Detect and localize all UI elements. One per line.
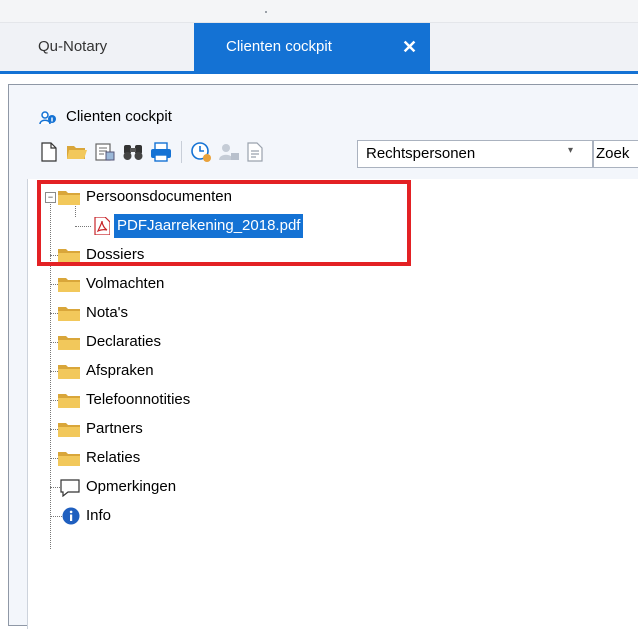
tree-line (50, 400, 58, 401)
tree-line (50, 342, 58, 343)
toolbar-separator (181, 141, 182, 163)
tab-close-icon[interactable]: ✕ (402, 23, 417, 71)
folder-icon (58, 394, 80, 408)
tab-qu-notary[interactable]: Qu-Notary (38, 23, 107, 71)
search-field[interactable]: Zoek (593, 140, 638, 168)
user-lock-icon[interactable] (217, 140, 241, 164)
folder-icon (58, 278, 80, 292)
tab-qu-notary-label: Qu-Notary (38, 38, 108, 55)
tree-line (50, 284, 58, 285)
open-folder-icon[interactable] (65, 140, 89, 164)
tree-line (50, 429, 58, 430)
chevron-down-icon[interactable]: ▾ (568, 145, 573, 156)
search-label: Zoek (596, 145, 630, 162)
toolbar: Rechtspersonen ▾ Zoek (9, 137, 638, 169)
window-top-strip (0, 0, 638, 23)
top-strip-dot (265, 11, 267, 13)
comment-icon (60, 479, 80, 497)
tab-underline (0, 71, 638, 74)
tree-line (50, 458, 58, 459)
tree-item-label: Volmachten (86, 275, 165, 292)
new-document-icon[interactable] (37, 140, 61, 164)
entity-type-value: Rechtspersonen (366, 145, 476, 162)
folder-icon (58, 452, 80, 466)
clock-icon[interactable] (189, 140, 213, 164)
panel-title-label: Clienten cockpit (66, 108, 172, 125)
tab-clienten-cockpit[interactable]: Clienten cockpit ✕ (194, 23, 430, 71)
tree-item-label: Relaties (86, 449, 141, 466)
tree-item-label: Nota's (86, 304, 129, 321)
document-list-icon[interactable] (243, 140, 267, 164)
clients-icon (39, 111, 56, 125)
tree-line (50, 313, 58, 314)
tab-bar: Qu-Notary Clienten cockpit ✕ (0, 23, 638, 71)
tree-line (50, 516, 62, 517)
tree-line (50, 371, 58, 372)
tree-item-label: Partners (86, 420, 143, 437)
print-icon[interactable] (149, 140, 173, 164)
folder-icon (58, 365, 80, 379)
highlight-annotation-box (37, 180, 411, 266)
entity-type-select[interactable]: Rechtspersonen ▾ (357, 140, 593, 168)
tab-clienten-cockpit-label: Clienten cockpit (226, 38, 332, 55)
folder-icon (58, 307, 80, 321)
clienten-cockpit-panel: Clienten cockpit Rechtspersonen ▾ Zoek −… (8, 84, 638, 629)
info-icon (62, 507, 80, 525)
tree-line (50, 487, 60, 488)
tree-item-label: Telefoonnotities (86, 391, 191, 408)
tree-item-label: Info (86, 507, 112, 524)
tree-item-label: Opmerkingen (86, 478, 177, 495)
tree-item-label: Declaraties (86, 333, 162, 350)
properties-icon[interactable] (93, 140, 117, 164)
tree-item-label: Afspraken (86, 362, 154, 379)
folder-icon (58, 336, 80, 350)
folder-icon (58, 423, 80, 437)
binoculars-icon[interactable] (121, 140, 145, 164)
